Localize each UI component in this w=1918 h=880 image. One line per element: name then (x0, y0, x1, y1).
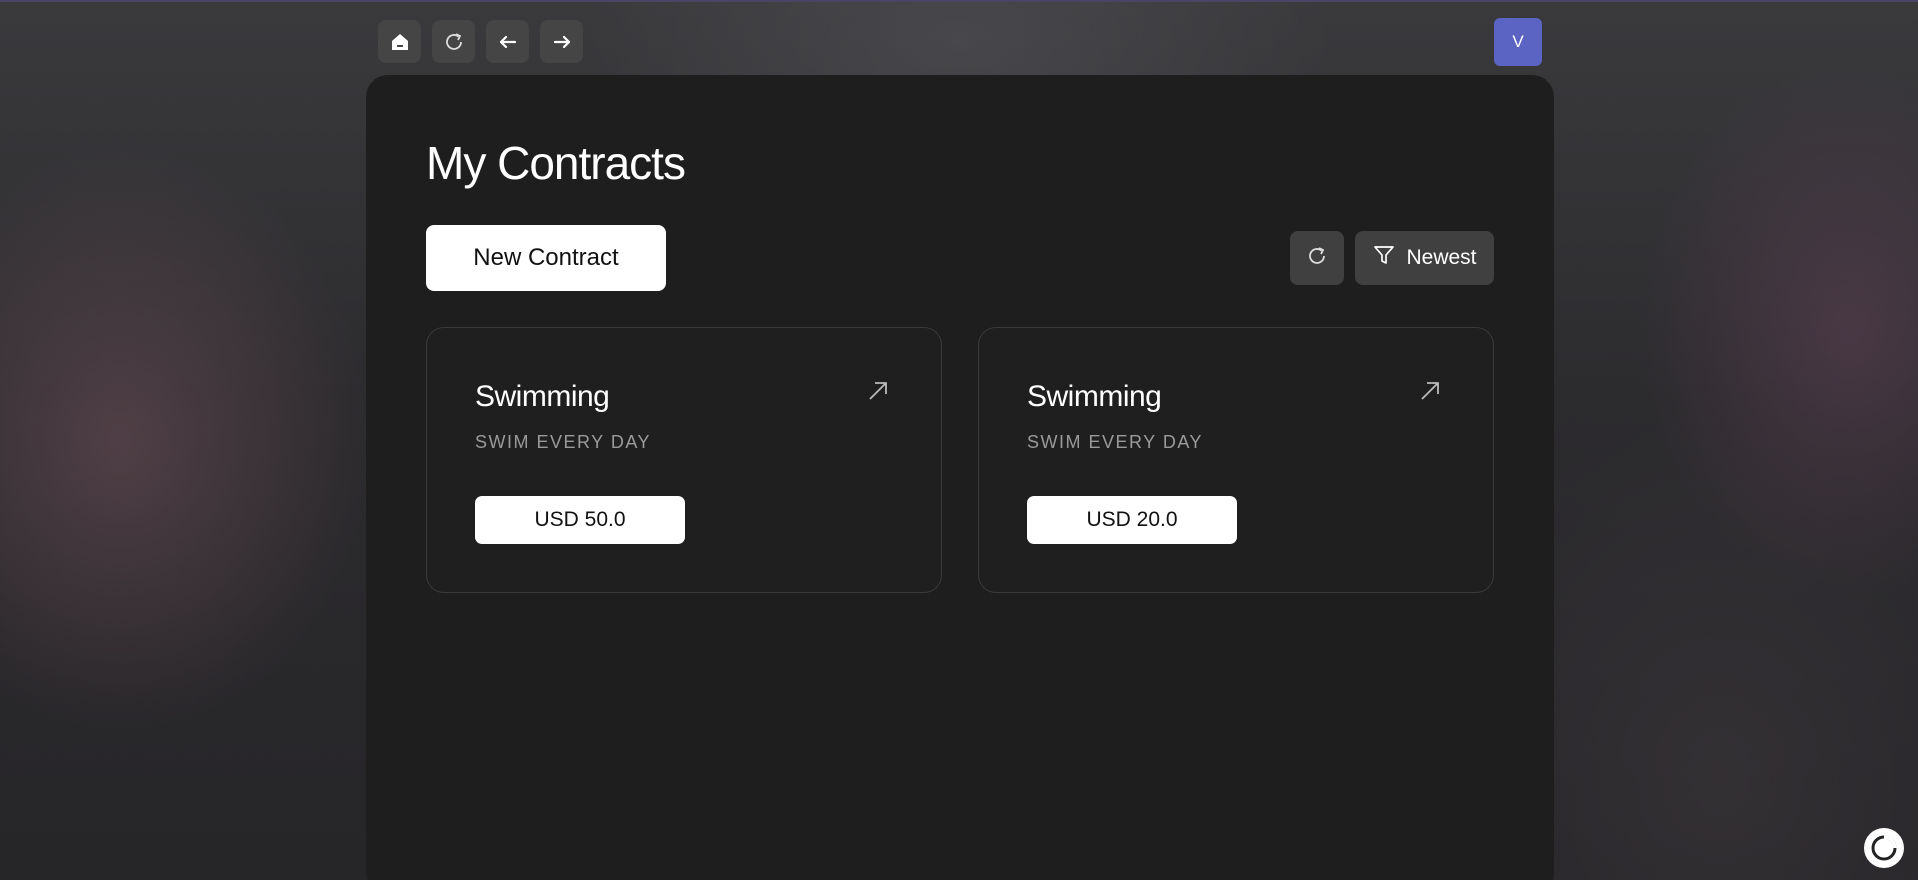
new-contract-button[interactable]: New Contract (426, 225, 666, 291)
contract-subtitle: SWIM EVERY DAY (1027, 432, 1204, 452)
reload-button[interactable] (432, 20, 475, 63)
sort-dropdown-button[interactable]: Newest (1355, 231, 1494, 285)
contract-subtitle: SWIM EVERY DAY (475, 432, 652, 452)
back-button[interactable] (486, 20, 529, 63)
contract-card[interactable]: Swimming SWIM EVERY DAY USD 50.0 (426, 327, 942, 593)
contract-title: Swimming (1027, 380, 1162, 413)
arrow-up-right-icon[interactable] (1419, 380, 1441, 407)
sort-label: Newest (1406, 246, 1477, 269)
forward-button[interactable] (540, 20, 583, 63)
arrow-up-right-icon[interactable] (867, 380, 889, 407)
reload-icon (443, 31, 465, 53)
window-top-border (0, 0, 1918, 2)
refresh-icon (1306, 245, 1328, 272)
arrow-right-icon (552, 32, 572, 52)
new-contract-label: New Contract (473, 244, 619, 271)
user-avatar[interactable]: V (1494, 18, 1542, 66)
contract-title: Swimming (475, 380, 610, 413)
home-icon (390, 32, 410, 52)
home-button[interactable] (378, 20, 421, 63)
loading-spinner-icon[interactable] (1864, 828, 1904, 868)
arrow-left-icon (498, 32, 518, 52)
contract-card[interactable]: Swimming SWIM EVERY DAY USD 20.0 (978, 327, 1494, 593)
refresh-button[interactable] (1290, 231, 1344, 285)
filter-icon (1372, 243, 1396, 273)
page-title: My Contracts (426, 137, 686, 189)
contract-amount-badge: USD 50.0 (475, 496, 685, 544)
contract-amount-badge: USD 20.0 (1027, 496, 1237, 544)
